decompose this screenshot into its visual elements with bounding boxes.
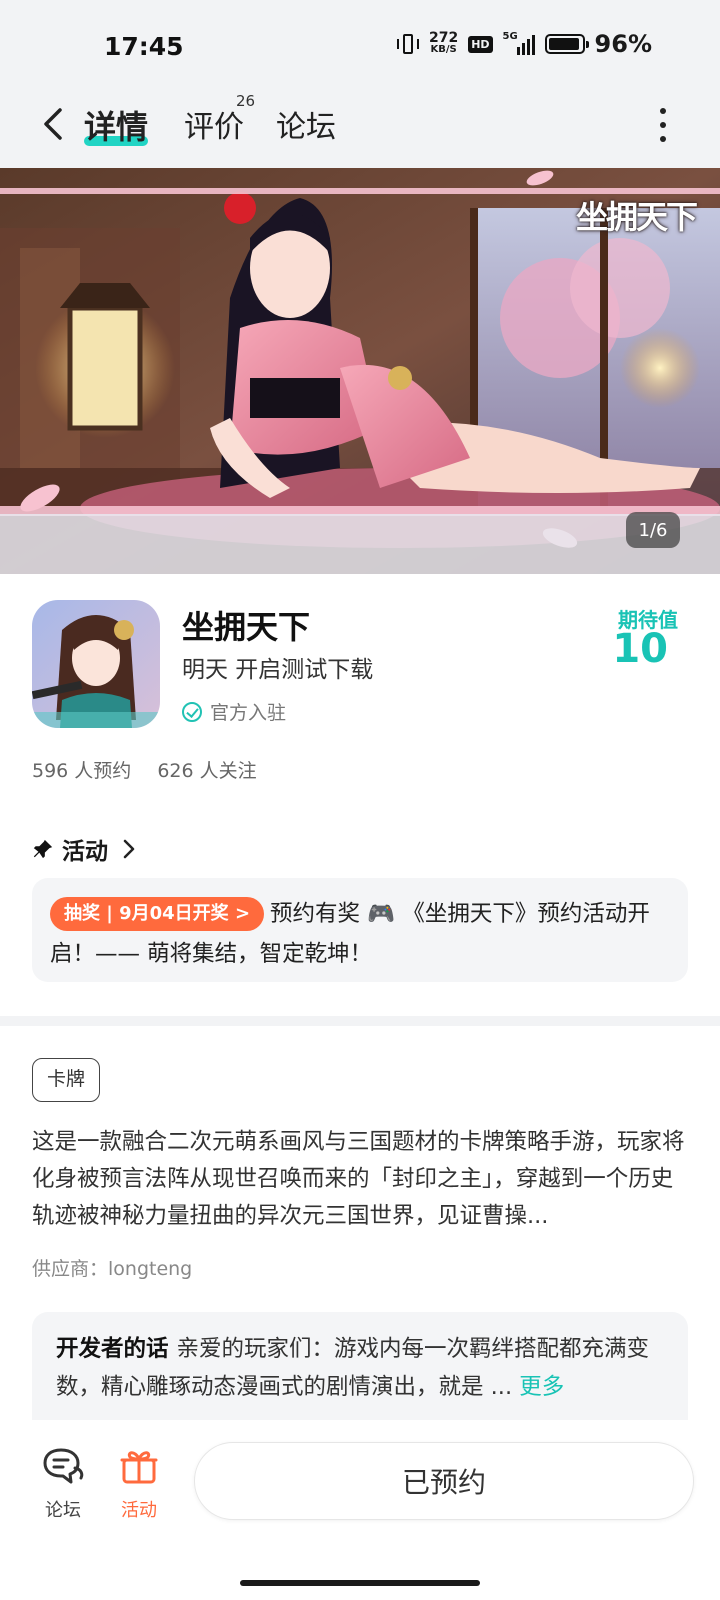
status-bar: 17:45 272 KB/S HD 5G 96%: [0, 0, 720, 90]
check-circle-icon: [182, 701, 202, 722]
hd-icon: HD: [468, 35, 493, 53]
bottom-activity-button[interactable]: 活动: [114, 1446, 164, 1522]
activity-section-header[interactable]: 活动: [32, 832, 136, 866]
reserved-button[interactable]: 已预约: [194, 1442, 694, 1520]
tab-details[interactable]: 详情: [84, 102, 149, 148]
developer-note-label: 开发者的话: [56, 1336, 169, 1362]
game-release-note: 明天 开启测试下载: [182, 657, 374, 683]
follower-count: 626 人关注: [157, 760, 257, 782]
network-speed: 272 KB/S: [428, 30, 459, 56]
tab-forum[interactable]: 论坛: [276, 102, 336, 146]
activity-label: 活动: [121, 1500, 157, 1521]
signal-icon: 5G: [502, 31, 535, 55]
network-speed-unit: KB/S: [430, 44, 457, 55]
reservation-count: 596 人预约: [32, 760, 132, 782]
expectation-value: 10: [612, 626, 668, 672]
activity-header-label: 活动: [62, 839, 108, 865]
battery-percentage: 96%: [594, 30, 652, 58]
tab-forum-label: 论坛: [276, 110, 336, 145]
tab-reviews-label: 评价: [184, 110, 244, 145]
bottom-action-bar: 论坛 活动 已预约: [0, 1420, 720, 1600]
screenshot-banner[interactable]: 坐拥天下 1/6: [0, 168, 720, 574]
status-icons: 272 KB/S HD 5G 96%: [396, 30, 652, 58]
banner-game-logo: 坐拥天下: [575, 198, 698, 236]
game-icon: [32, 600, 160, 728]
reviews-count: 26: [236, 92, 256, 110]
back-arrow-icon[interactable]: [36, 104, 76, 144]
gift-icon: [120, 1451, 158, 1484]
more-options-icon[interactable]: [660, 108, 668, 142]
game-title: 坐拥天下: [182, 608, 311, 646]
banner-page-counter: 1/6: [626, 512, 680, 548]
status-time: 17:45: [104, 32, 184, 61]
developer-note-card[interactable]: 开发者的话 亲爱的玩家们：游戏内每一次羁绊搭配都充满变数，精心雕琢动态漫画式的剧情…: [32, 1312, 688, 1436]
chevron-right-icon: [123, 839, 135, 859]
activity-card[interactable]: 抽奖 | 9月04日开奖 > 预约有奖 🎮 《坐拥天下》预约活动开启！—— 萌将集…: [32, 878, 688, 982]
official-badge: 官方入驻: [182, 698, 286, 725]
battery-icon: [544, 34, 589, 54]
network-type: 5G: [502, 31, 518, 42]
forum-chat-icon: [43, 1448, 84, 1484]
tab-reviews[interactable]: 评价 26: [184, 92, 255, 146]
section-divider: [0, 1016, 720, 1026]
game-stats: 596 人预约 626 人关注: [32, 756, 257, 783]
forum-label: 论坛: [45, 1500, 81, 1521]
pin-icon: [33, 839, 53, 859]
more-link[interactable]: 更多: [519, 1374, 564, 1400]
vibrate-icon: [396, 32, 419, 56]
game-description[interactable]: 这是一款融合二次元萌系画风与三国题材的卡牌策略手游，玩家将化身被预言法阵从现世召…: [32, 1124, 688, 1235]
top-nav: 详情 评价 26 论坛: [0, 90, 720, 168]
tab-details-label: 详情: [84, 108, 149, 146]
network-speed-value: 272: [428, 30, 459, 46]
bottom-forum-button[interactable]: 论坛: [38, 1446, 88, 1522]
lottery-badge: 抽奖 | 9月04日开奖 >: [50, 897, 265, 931]
home-indicator[interactable]: [240, 1580, 480, 1586]
official-label: 官方入驻: [210, 702, 287, 724]
supplier-info: 供应商：longteng: [32, 1258, 193, 1280]
genre-tag[interactable]: 卡牌: [32, 1058, 101, 1102]
